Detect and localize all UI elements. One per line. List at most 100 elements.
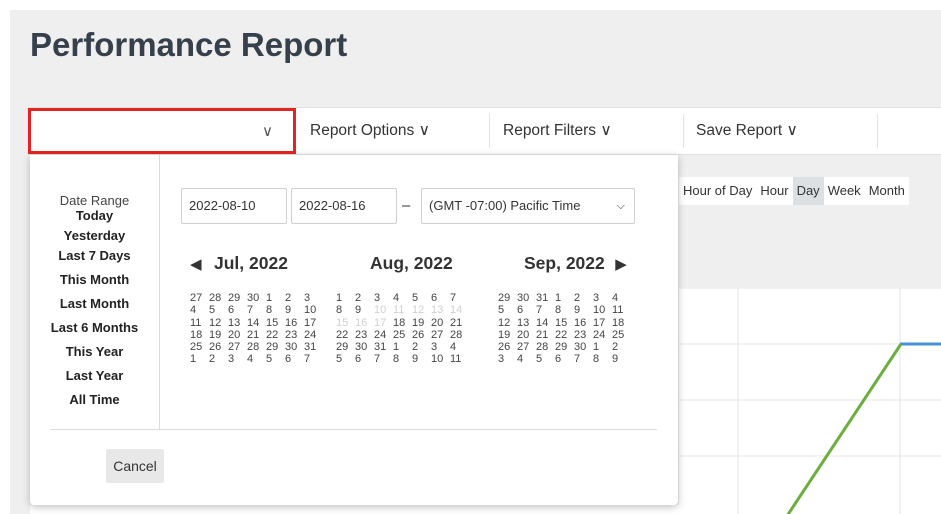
calendar-day[interactable]: 28 [536, 341, 555, 353]
next-month-icon[interactable]: ▶ [615, 256, 627, 273]
report-options-button[interactable]: Report Options ∨ [310, 108, 430, 154]
end-date-input[interactable]: 2022-08-16 [291, 188, 397, 224]
calendar-day[interactable]: 11 [190, 317, 209, 329]
calendar-day[interactable]: 2 [209, 353, 228, 365]
calendar-day[interactable]: 10 [304, 304, 323, 316]
range-last-month[interactable]: Last Month [30, 292, 159, 316]
calendar-day[interactable]: 19 [498, 329, 517, 341]
calendar-day[interactable]: 13 [431, 304, 450, 316]
calendar-day[interactable]: 3 [228, 353, 247, 365]
calendar-day[interactable]: 24 [304, 329, 323, 341]
calendar-day[interactable]: 2 [612, 341, 631, 353]
calendar-day[interactable]: 20 [228, 329, 247, 341]
calendar-day[interactable]: 29 [555, 341, 574, 353]
calendar-day[interactable]: 1 [336, 292, 355, 304]
calendar-day[interactable]: 12 [498, 317, 517, 329]
calendar-day[interactable]: 8 [555, 304, 574, 316]
calendar-day[interactable]: 24 [593, 329, 612, 341]
calendar-day[interactable]: 3 [304, 292, 323, 304]
calendar-day[interactable]: 3 [498, 353, 517, 365]
calendar-day[interactable]: 24 [374, 329, 393, 341]
calendar-day[interactable]: 2 [355, 292, 374, 304]
calendar-day[interactable]: 26 [498, 341, 517, 353]
calendar-day[interactable]: 6 [555, 353, 574, 365]
calendar-day[interactable]: 7 [574, 353, 593, 365]
calendar-day[interactable]: 5 [412, 292, 431, 304]
calendar-day[interactable]: 11 [612, 304, 631, 316]
range-last-6-months[interactable]: Last 6 Months [30, 316, 159, 340]
range-yesterday[interactable]: Yesterday [30, 228, 159, 244]
calendar-day[interactable]: 2 [412, 341, 431, 353]
calendar-day[interactable]: 9 [355, 304, 374, 316]
calendar-day[interactable]: 17 [304, 317, 323, 329]
calendar-day[interactable]: 30 [247, 292, 266, 304]
granularity-month[interactable]: Month [865, 177, 909, 205]
calendar-day[interactable]: 3 [431, 341, 450, 353]
calendar-day[interactable]: 27 [190, 292, 209, 304]
calendar-day[interactable]: 5 [209, 304, 228, 316]
calendar-day[interactable]: 12 [209, 317, 228, 329]
calendar-day[interactable]: 25 [393, 329, 412, 341]
calendar-day[interactable]: 11 [450, 353, 469, 365]
apply-button[interactable] [52, 449, 102, 483]
calendar-day[interactable]: 18 [190, 329, 209, 341]
calendar-day[interactable]: 31 [536, 292, 555, 304]
calendar-day[interactable]: 9 [612, 353, 631, 365]
calendar-day[interactable]: 14 [450, 304, 469, 316]
range-all-time[interactable]: All Time [30, 388, 159, 412]
calendar-day[interactable]: 6 [228, 304, 247, 316]
calendar-day[interactable]: 20 [431, 317, 450, 329]
calendar-day[interactable]: 14 [536, 317, 555, 329]
granularity-day[interactable]: Day [792, 177, 824, 205]
calendar-day[interactable]: 4 [190, 304, 209, 316]
calendar-day[interactable]: 17 [374, 317, 393, 329]
calendar-day[interactable]: 4 [393, 292, 412, 304]
calendar-day[interactable]: 3 [593, 292, 612, 304]
calendar-day[interactable]: 10 [593, 304, 612, 316]
calendar-day[interactable]: 16 [574, 317, 593, 329]
calendar-day[interactable]: 5 [498, 304, 517, 316]
range-today[interactable]: Today [30, 208, 159, 224]
calendar-day[interactable]: 14 [247, 317, 266, 329]
save-report-button[interactable]: Save Report ∨ [696, 108, 798, 154]
calendar-day[interactable]: 29 [498, 292, 517, 304]
calendar-day[interactable]: 20 [517, 329, 536, 341]
date-range-select[interactable]: ∨ [28, 108, 296, 154]
calendar-day[interactable]: 17 [593, 317, 612, 329]
calendar-day[interactable]: 7 [450, 292, 469, 304]
calendar-day[interactable]: 4 [450, 341, 469, 353]
calendar-day[interactable]: 15 [336, 317, 355, 329]
calendar-day[interactable]: 4 [517, 353, 536, 365]
cancel-button[interactable]: Cancel [106, 449, 164, 483]
calendar-day[interactable]: 21 [247, 329, 266, 341]
granularity-hour-of-day[interactable]: Hour of Day [679, 177, 756, 205]
calendar-day[interactable]: 5 [266, 353, 285, 365]
calendar-day[interactable]: 8 [393, 353, 412, 365]
report-filters-button[interactable]: Report Filters ∨ [503, 108, 612, 154]
calendar-day[interactable]: 22 [266, 329, 285, 341]
calendar-day[interactable]: 31 [374, 341, 393, 353]
calendar-day[interactable]: 11 [393, 304, 412, 316]
calendar-day[interactable]: 19 [209, 329, 228, 341]
calendar-day[interactable]: 7 [304, 353, 323, 365]
calendar-day[interactable]: 19 [412, 317, 431, 329]
calendar-day[interactable]: 29 [228, 292, 247, 304]
calendar-day[interactable]: 30 [285, 341, 304, 353]
calendar-day[interactable]: 21 [536, 329, 555, 341]
calendar-day[interactable]: 4 [247, 353, 266, 365]
calendar-day[interactable]: 1 [190, 353, 209, 365]
calendar-day[interactable]: 31 [304, 341, 323, 353]
calendar-day[interactable]: 10 [431, 353, 450, 365]
calendar-day[interactable]: 25 [612, 329, 631, 341]
calendar-day[interactable]: 23 [355, 329, 374, 341]
calendar-day[interactable]: 7 [247, 304, 266, 316]
calendar-day[interactable]: 15 [555, 317, 574, 329]
calendar-day[interactable]: 5 [536, 353, 555, 365]
calendar-day[interactable]: 30 [355, 341, 374, 353]
calendar-day[interactable]: 16 [355, 317, 374, 329]
calendar-day[interactable]: 15 [266, 317, 285, 329]
calendar-day[interactable]: 7 [374, 353, 393, 365]
calendar-day[interactable]: 9 [574, 304, 593, 316]
calendar-day[interactable]: 13 [517, 317, 536, 329]
calendar-day[interactable]: 22 [555, 329, 574, 341]
